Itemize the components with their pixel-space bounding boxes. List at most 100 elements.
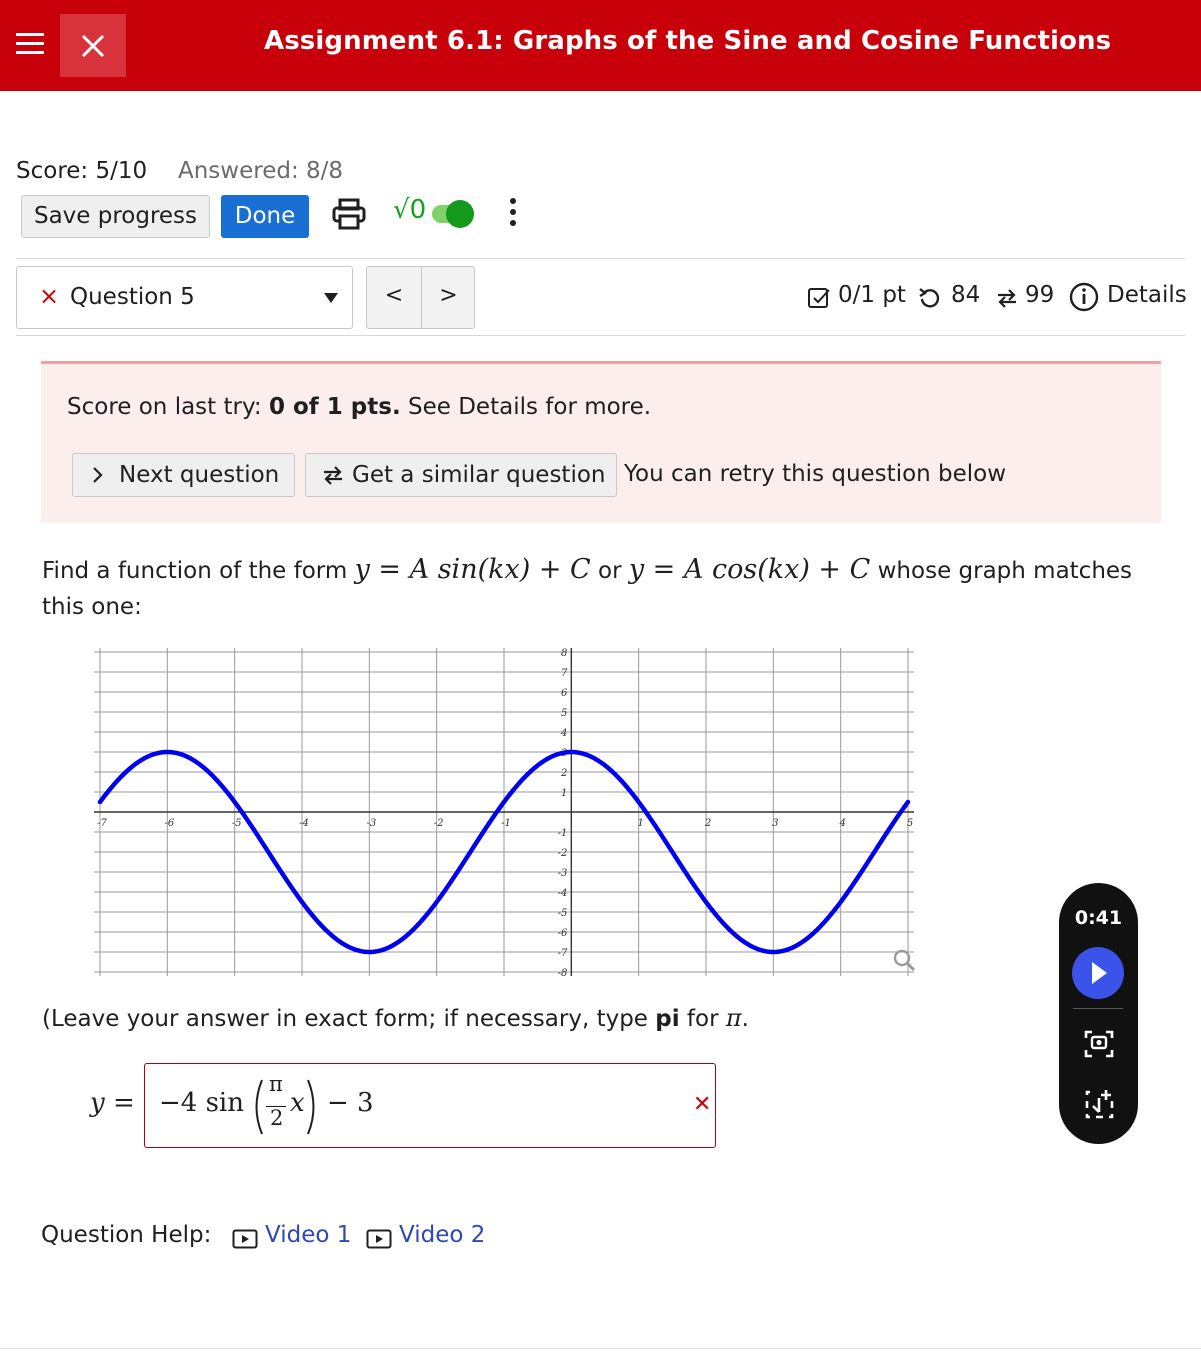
answer-variable: x	[290, 1088, 305, 1118]
x-tick-label: -7	[97, 818, 107, 829]
y-tick-label: 2	[560, 768, 567, 779]
y-tick-label: -3	[558, 868, 568, 879]
close-paren	[307, 1079, 315, 1135]
y-tick-label: 4	[560, 728, 567, 739]
points-checkbox-icon	[808, 288, 830, 308]
recording-timer: 0:41	[1074, 907, 1123, 929]
y-tick-label: 1	[561, 788, 567, 799]
divider	[1073, 1008, 1123, 1009]
chevron-right-icon	[93, 467, 103, 483]
math-input-toggle-label: √0	[393, 195, 427, 225]
save-progress-button[interactable]: Save progress	[21, 195, 210, 238]
video-icon	[366, 1229, 392, 1249]
hamburger-menu-icon[interactable]	[16, 33, 44, 57]
retry-message: You can retry this question below	[624, 461, 1007, 487]
more-options-icon[interactable]	[508, 198, 518, 232]
y-tick-label: -4	[558, 888, 568, 899]
x-tick-label: -4	[299, 818, 309, 829]
answer-lhs: y =	[90, 1088, 135, 1118]
play-icon	[1092, 962, 1107, 984]
play-button[interactable]	[1072, 947, 1124, 999]
previous-question-button[interactable]: <	[367, 267, 421, 328]
open-paren	[255, 1079, 263, 1135]
screenshot-icon[interactable]	[1083, 1028, 1115, 1060]
fraction-numerator: π	[269, 1072, 283, 1096]
answered-text: Answered: 8/8	[178, 158, 344, 184]
info-icon[interactable]	[1068, 281, 1100, 313]
question-pager: < >	[366, 266, 475, 329]
y-tick-label: 7	[561, 668, 568, 679]
y-tick-label: -6	[558, 928, 568, 939]
y-tick-label: 8	[561, 648, 567, 659]
y-tick-label: -1	[558, 828, 568, 839]
x-tick-label: -3	[366, 818, 376, 829]
last-try-score: Score on last try: 0 of 1 pts. See Detai…	[67, 394, 651, 420]
x-tick-label: 1	[637, 818, 643, 829]
bookmark-add-icon[interactable]	[1083, 1088, 1115, 1120]
y-tick-label: 6	[561, 688, 568, 699]
x-tick-label: -5	[232, 818, 242, 829]
zoom-icon-lens	[893, 949, 911, 967]
form-cosine: y = A cos(kx) + C	[628, 554, 871, 585]
question-prompt: Find a function of the form y = A sin(kx…	[42, 552, 1172, 625]
instruction-pi-word: pi	[655, 1006, 680, 1032]
y-tick-label: -2	[558, 848, 568, 859]
retries-count: 84	[951, 282, 981, 308]
instruction-start: (Leave your answer in exact form; if nec…	[42, 1006, 656, 1032]
x-tick-label: -2	[434, 818, 444, 829]
recording-widget: 0:41	[1059, 883, 1138, 1144]
assignment-title: Assignment 6.1: Graphs of the Sine and C…	[264, 26, 1112, 56]
top-bar: Assignment 6.1: Graphs of the Sine and C…	[0, 0, 1201, 91]
similar-questions-icon	[998, 289, 1016, 308]
video-2-link[interactable]: Video 2	[366, 1222, 486, 1249]
question-select[interactable]: × Question 5	[16, 266, 353, 329]
y-tick-label: 5	[561, 708, 567, 719]
y-tick-label: -7	[558, 948, 568, 959]
x-tick-label: 5	[907, 818, 913, 829]
incorrect-mark-icon: ✕	[693, 1092, 712, 1117]
close-button[interactable]	[60, 14, 126, 77]
next-question-arrow-button[interactable]: >	[422, 267, 475, 328]
print-icon[interactable]	[332, 198, 366, 230]
prompt-start: Find a function of the form	[42, 558, 355, 584]
video-1-link[interactable]: Video 1	[232, 1222, 352, 1249]
divider	[16, 335, 1185, 336]
answer-input[interactable]: −4 sin π 2 x − 3 ✕	[144, 1063, 716, 1148]
instruction-end: .	[741, 1006, 749, 1032]
answer-lhs-text: y =	[90, 1088, 135, 1118]
video-1-label: Video 1	[265, 1222, 352, 1248]
similar-question-label: Get a similar question	[352, 462, 606, 488]
math-input-toggle-knob[interactable]	[446, 200, 474, 228]
x-tick-label: 4	[838, 818, 845, 829]
y-tick-label: -5	[558, 908, 568, 919]
prompt-or: or	[590, 558, 629, 584]
x-tick-label: 2	[704, 818, 711, 829]
video-icon	[232, 1229, 258, 1249]
similar-question-button[interactable]: Get a similar question	[305, 453, 617, 497]
page-bottom-border	[0, 1348, 1201, 1349]
alert-score: 0 of 1 pts.	[268, 394, 401, 420]
instruction-mid: for	[679, 1006, 726, 1032]
instruction-pi-symbol: π	[725, 1004, 742, 1032]
function-graph: -7 -6 -5 -4 -3 -2 -1 1 2 3 4 5-8-7-6-5-4-3-2-112345…	[94, 648, 916, 979]
form-sine: y = A sin(kx) + C	[354, 554, 591, 585]
last-try-alert: Score on last try: 0 of 1 pts. See Detai…	[41, 361, 1161, 523]
retry-icon	[919, 288, 940, 308]
alert-prefix: Score on last try:	[67, 394, 269, 420]
alert-suffix: See Details for more.	[400, 394, 652, 420]
points-text: 0/1 pt	[838, 282, 906, 308]
x-tick-label: -1	[501, 818, 511, 829]
details-link[interactable]: Details	[1107, 282, 1187, 308]
y-tick-label: -8	[558, 968, 568, 979]
divider	[16, 258, 1185, 259]
done-button[interactable]: Done	[221, 195, 309, 238]
video-2-label: Video 2	[399, 1222, 486, 1248]
x-tick-label: -6	[164, 818, 174, 829]
next-question-button[interactable]: Next question	[72, 453, 295, 497]
similar-questions-icon	[324, 466, 342, 485]
score-text: Score: 5/10	[16, 158, 148, 184]
x-tick-label: 3	[772, 818, 778, 829]
answer-coefficient: −4 sin	[159, 1088, 244, 1118]
question-help-label: Question Help:	[41, 1222, 212, 1248]
question-select-label: Question 5	[70, 284, 195, 310]
